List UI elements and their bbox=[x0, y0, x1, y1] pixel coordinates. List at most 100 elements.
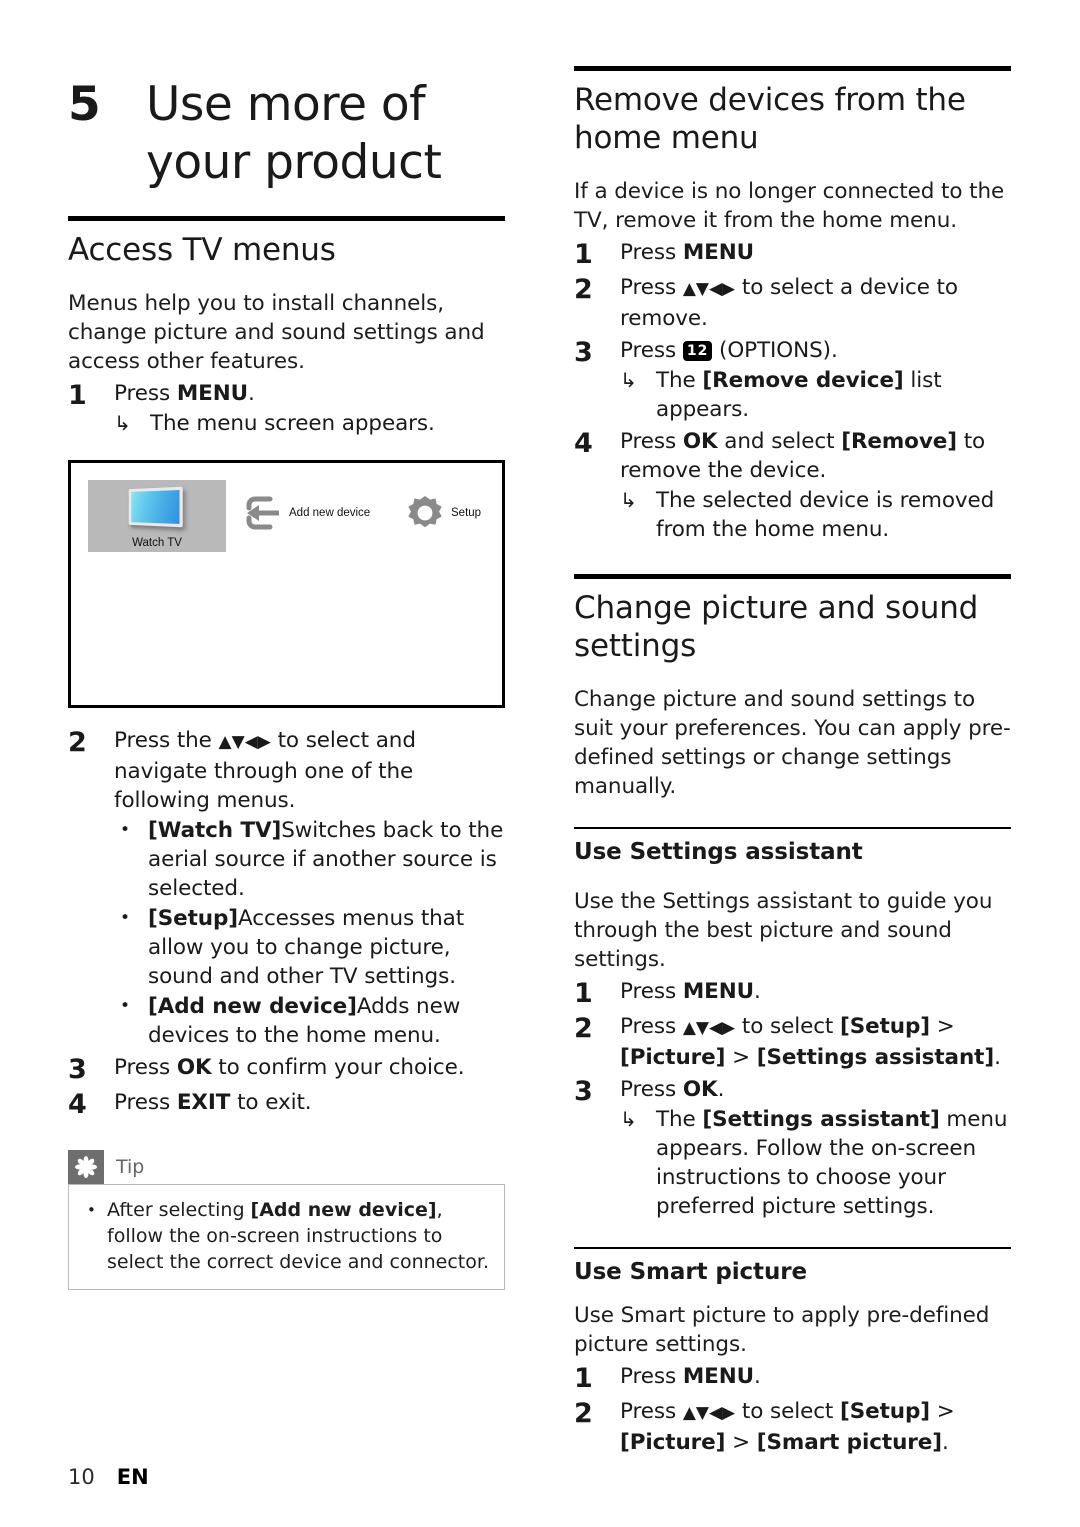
settings-assistant-steps: 1 Press MENU. 2 Press ▲▼◀▶ to select [Se… bbox=[574, 977, 1014, 1221]
result-text: The [Remove device] list appears. bbox=[656, 366, 1014, 424]
step-text-before-keys: Press bbox=[620, 1014, 683, 1039]
tip-header: Tip bbox=[68, 1150, 505, 1184]
step-result: ↳ The [Remove device] list appears. bbox=[620, 366, 1014, 424]
bullet-icon: • bbox=[120, 908, 130, 928]
result-text: The [Settings assistant] menu appears. F… bbox=[656, 1105, 1014, 1221]
right-column: Remove devices from the home menu If a d… bbox=[574, 0, 1014, 1457]
step-text-suffix: (OPTIONS). bbox=[712, 338, 838, 363]
smart-picture-steps: 1 Press MENU. 2 Press ▲▼◀▶ to select [Se… bbox=[574, 1362, 1014, 1457]
left-column: 5 Use more of your product Access TV men… bbox=[68, 0, 508, 1290]
step-text: Press MENU. ↳ The menu screen appears. bbox=[114, 379, 508, 438]
add-new-device-label: Add new device bbox=[289, 507, 371, 519]
access-tv-menus-steps-continued: 2 Press the ▲▼◀▶ to select and navigate … bbox=[68, 726, 508, 1120]
step-text: Press OK and select [Remove] to remove t… bbox=[620, 427, 1014, 544]
bullet-icon: • bbox=[120, 820, 130, 840]
step-text: Press EXIT to exit. bbox=[114, 1088, 508, 1117]
result-prefix: The bbox=[656, 368, 703, 393]
list-item: • [Setup]Accesses menus that allow you t… bbox=[114, 904, 508, 991]
step-item: 3 Press OK to confirm your choice. bbox=[68, 1053, 508, 1085]
bullet-icon: • bbox=[87, 1201, 96, 1219]
watch-tv-tile: Watch TV bbox=[88, 480, 226, 552]
section-title-access-tv-menus: Access TV menus bbox=[68, 232, 336, 268]
step-result: ↳ The [Settings assistant] menu appears.… bbox=[620, 1105, 1014, 1221]
manual-page: 5 Use more of your product Access TV men… bbox=[0, 0, 1080, 1527]
page-footer: 10 EN bbox=[68, 1465, 149, 1489]
add-new-device-icon bbox=[246, 496, 279, 530]
step-item: 2 Press ▲▼◀▶ to select a device to remov… bbox=[574, 273, 1014, 333]
step-text-tail: . bbox=[941, 1430, 949, 1455]
step-item: 4 Press OK and select [Remove] to remove… bbox=[574, 427, 1014, 544]
menu-options-list: • [Watch TV]Switches back to the aerial … bbox=[114, 816, 508, 1050]
step-number: 1 bbox=[68, 380, 87, 411]
remove-devices-intro: If a device is no longer connected to th… bbox=[574, 179, 1005, 233]
menu-name: [Setup] bbox=[148, 906, 238, 931]
step-text: Press MENU. bbox=[620, 1362, 1014, 1391]
step-text: Press the ▲▼◀▶ to select and navigate th… bbox=[114, 726, 508, 1050]
setup-entry: Setup bbox=[405, 493, 481, 533]
tip-menu-name: [Add new device] bbox=[250, 1199, 437, 1221]
step-text-after-keys: to select bbox=[735, 1014, 840, 1039]
subsection-rule bbox=[574, 1247, 1011, 1249]
step-text-prefix: Press bbox=[114, 1055, 177, 1080]
chapter-title-line-1: Use more of bbox=[146, 77, 426, 132]
step-text-suffix: . bbox=[753, 979, 761, 1004]
step-item: 3 Press OK. ↳ The [Settings assistant] m… bbox=[574, 1075, 1014, 1221]
step-number: 3 bbox=[574, 1076, 593, 1107]
tip-badge bbox=[68, 1150, 104, 1184]
settings-assistant-intro: Use the Settings assistant to guide you … bbox=[574, 889, 993, 972]
list-item: • After selecting [Add new device], foll… bbox=[83, 1197, 490, 1275]
step-number: 1 bbox=[574, 1363, 593, 1394]
step-text-before-keys: Press bbox=[620, 275, 683, 300]
chapter-title: Use more of your product bbox=[146, 76, 442, 192]
remove-devices-steps: 1 Press MENU 2 Press ▲▼◀▶ to select a de… bbox=[574, 238, 1014, 544]
step-number: 3 bbox=[68, 1054, 87, 1085]
step-text-prefix: Press bbox=[114, 1090, 177, 1115]
step-key-ok: OK bbox=[682, 429, 718, 454]
setup-label: Setup bbox=[451, 507, 482, 519]
step-number: 4 bbox=[68, 1089, 87, 1120]
step-text-suffix: . bbox=[753, 1364, 761, 1389]
tip-box: Tip • After selecting [Add new device], … bbox=[68, 1150, 505, 1290]
result-arrow-icon: ↳ bbox=[620, 1107, 637, 1131]
step-text-suffix: . bbox=[717, 1077, 725, 1102]
menu-path-setup: [Setup] bbox=[840, 1014, 930, 1039]
step-item: 1 Press MENU. bbox=[574, 1362, 1014, 1394]
step-number: 2 bbox=[68, 727, 87, 758]
page-number: 10 bbox=[68, 1465, 95, 1489]
section-rule bbox=[574, 574, 1011, 579]
home-menu-screenshot-figure: Watch TV Add new device Setup bbox=[68, 460, 505, 708]
chapter-title-line-2: your product bbox=[146, 135, 442, 190]
step-item: 1 Press MENU. bbox=[574, 977, 1014, 1009]
step-item: 1 Press MENU. ↳ The menu screen appears. bbox=[68, 379, 508, 438]
section-title-line-1: Change picture and sound bbox=[574, 590, 979, 626]
step-text-prefix: Press bbox=[620, 338, 683, 363]
step-key-exit: EXIT bbox=[176, 1090, 231, 1115]
step-item: 3 Press 12 (OPTIONS). ↳ The [Remove devi… bbox=[574, 336, 1014, 424]
step-text: Press ▲▼◀▶ to select [Setup] > [Picture]… bbox=[620, 1397, 1014, 1457]
access-tv-menus-intro: Menus help you to install channels, chan… bbox=[68, 291, 485, 374]
gear-icon bbox=[408, 496, 442, 528]
tip-body: • After selecting [Add new device], foll… bbox=[68, 1184, 505, 1290]
access-tv-menus-steps: 1 Press MENU. ↳ The menu screen appears. bbox=[68, 379, 508, 438]
menu-path-setup: [Setup] bbox=[840, 1399, 930, 1424]
menu-path-picture: [Picture] bbox=[620, 1430, 726, 1455]
menu-path-settings-assistant: [Settings assistant] bbox=[756, 1045, 995, 1070]
step-key-ok: OK bbox=[682, 1077, 718, 1102]
section-title-change-settings: Change picture and sound settings bbox=[574, 589, 1014, 665]
nav-keys-icon: ▲▼◀▶ bbox=[682, 1018, 736, 1038]
menu-path-sep: > bbox=[725, 1045, 757, 1070]
result-arrow-icon: ↳ bbox=[620, 368, 637, 392]
step-text: Press ▲▼◀▶ to select [Setup] > [Picture]… bbox=[620, 1012, 1014, 1072]
step-result: ↳ The selected device is removed from th… bbox=[620, 486, 1014, 544]
menu-path-sep: > bbox=[930, 1399, 955, 1424]
section-title-line-2: home menu bbox=[574, 120, 759, 156]
step-text-prefix: Press bbox=[620, 979, 683, 1004]
section-rule bbox=[68, 216, 505, 221]
step-text-suffix: to exit. bbox=[230, 1090, 312, 1115]
list-item: • [Watch TV]Switches back to the aerial … bbox=[114, 816, 508, 903]
subsection-rule bbox=[574, 827, 1011, 829]
options-key-icon: 12 bbox=[682, 341, 713, 361]
step-number: 2 bbox=[574, 274, 593, 305]
page-language: EN bbox=[116, 1465, 149, 1489]
tip-text-part1: After selecting bbox=[107, 1199, 251, 1221]
